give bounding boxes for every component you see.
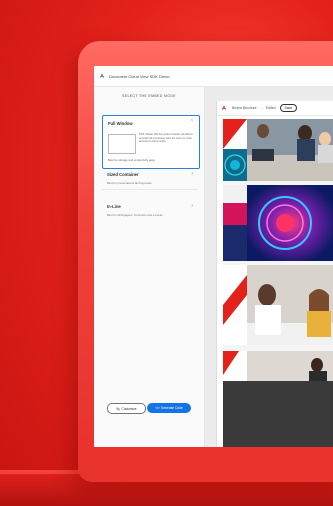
mode-option-usage: Best for whitepapers, brochures and e-bo…	[107, 213, 163, 217]
document-name: Bodea Brochure	[232, 106, 257, 110]
page-graphic-white-3	[223, 351, 247, 381]
code-icon: </>	[155, 406, 160, 410]
mode-option-sized-container[interactable]: Sized Container › Best for presentations…	[102, 171, 198, 190]
team-photo-graphic	[247, 351, 333, 381]
divider	[102, 189, 198, 190]
navy-graphic	[223, 225, 247, 261]
office-photo-graphic	[247, 119, 333, 181]
page-graphic-light	[223, 185, 247, 225]
pink-shape-graphic	[223, 203, 247, 225]
customize-button[interactable]: Customize	[107, 403, 146, 414]
chevron-up-icon[interactable]: ⌃	[190, 119, 194, 125]
mode-option-label: Sized Container	[107, 172, 139, 177]
title-bar: Document Cloud View SDK Demo	[94, 66, 333, 87]
glowing-ring-graphic	[247, 185, 333, 261]
viewer-toolbar: Bodea Brochure → Edited Save	[217, 101, 333, 116]
circuit-graphic	[223, 149, 247, 181]
document-status: Edited	[265, 106, 276, 110]
team-photo	[247, 351, 333, 381]
teal-graphic	[223, 149, 247, 181]
save-button[interactable]: Save	[279, 104, 298, 112]
mode-option-usage: Best for presentations and keynotes	[107, 181, 152, 185]
embed-mode-panel: SELECT THE EMBED MODE Full Window ⌃ PDF …	[94, 87, 205, 447]
separator-icon: →	[260, 106, 264, 110]
full-window-preview	[108, 134, 136, 154]
chevron-right-icon[interactable]: ›	[191, 203, 193, 209]
generate-code-label: Generate Code	[160, 406, 183, 410]
red-corner-graphic	[223, 351, 239, 375]
customize-label: Customize	[121, 406, 137, 411]
meeting-photo	[247, 265, 333, 345]
mode-option-label: Full Window	[108, 121, 133, 126]
preview-area: Bodea Brochure → Edited Save	[205, 87, 333, 447]
meeting-photo-graphic	[247, 265, 333, 345]
page-graphic-white-2	[223, 265, 247, 345]
app-title: Document Cloud View SDK Demo	[109, 73, 170, 79]
mode-option-description: PDF Viewer fills the entire browser wind…	[139, 133, 193, 144]
abstract-ring-graphic	[247, 185, 333, 261]
mode-option-full-window[interactable]: Full Window ⌃ PDF Viewer fills the entir…	[102, 115, 200, 169]
panel-heading: SELECT THE EMBED MODE	[122, 94, 176, 98]
pdf-viewer[interactable]: Bodea Brochure → Edited Save	[216, 101, 333, 447]
generate-code-button[interactable]: </> Generate Code	[147, 403, 191, 413]
chevron-right-icon[interactable]: ›	[191, 171, 193, 177]
mode-option-usage: Best for storage and productivity apps	[108, 158, 155, 162]
acrobat-icon	[221, 105, 227, 110]
page-graphic-white	[223, 119, 247, 149]
office-photo	[247, 119, 333, 181]
sliders-icon	[116, 407, 121, 410]
dark-page-section	[223, 381, 333, 447]
mode-option-label: In-Line	[107, 204, 121, 209]
document-page[interactable]	[223, 119, 333, 447]
mode-option-in-line[interactable]: In-Line › Best for whitepapers, brochure…	[102, 203, 198, 222]
adobe-acrobat-icon	[99, 73, 105, 78]
red-shape-graphic	[223, 119, 247, 149]
red-stripe-graphic	[223, 275, 247, 325]
app-screen: Document Cloud View SDK Demo SELECT THE …	[94, 66, 333, 447]
